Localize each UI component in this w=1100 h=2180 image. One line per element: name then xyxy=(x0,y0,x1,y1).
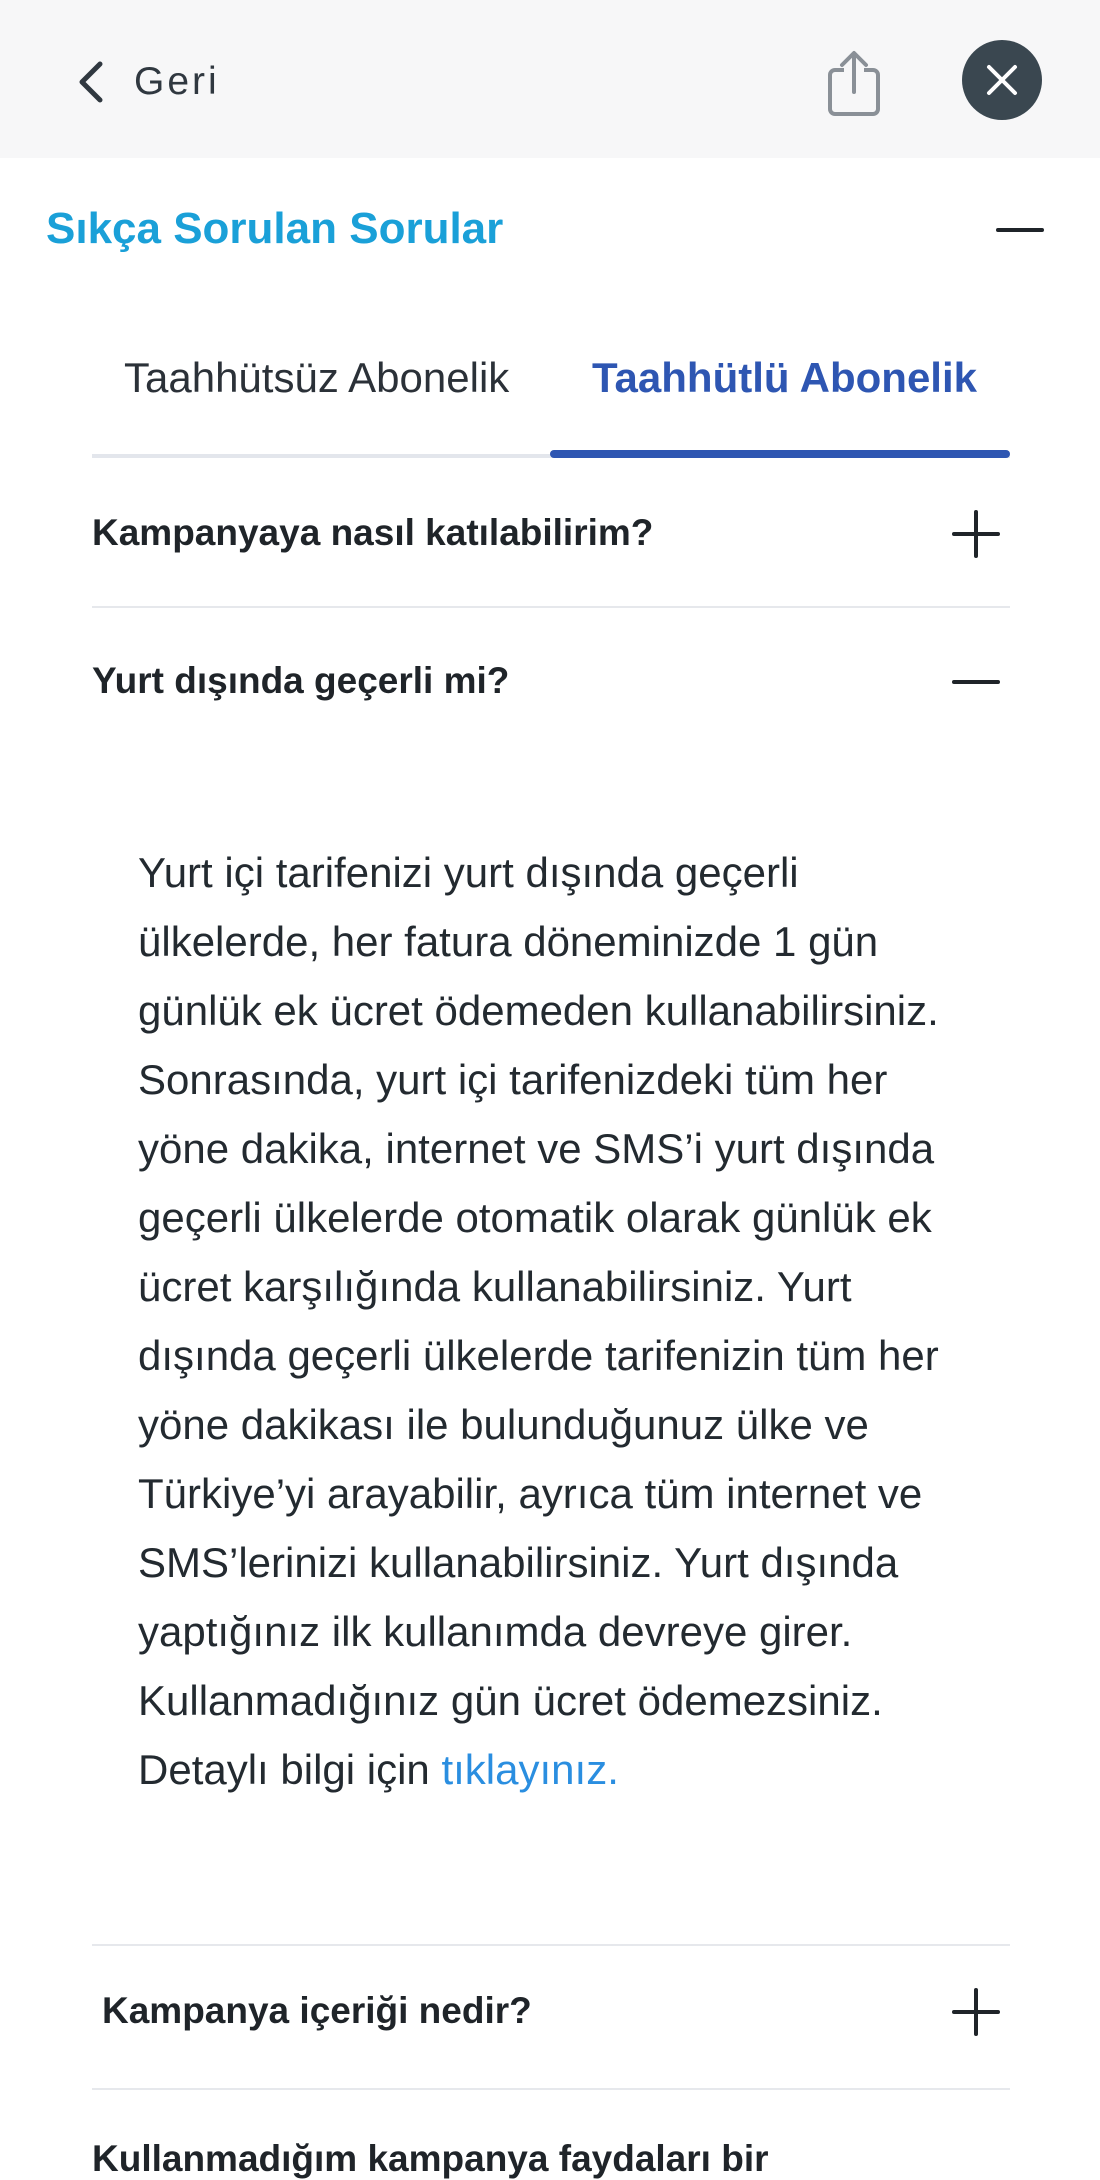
section-collapse-button[interactable] xyxy=(996,214,1044,246)
faq-question[interactable]: Yurt dışında geçerli mi? xyxy=(92,660,509,702)
back-button[interactable]: Geri xyxy=(72,54,220,110)
faq-answer-text: Yurt içi tarifenizi yurt dışında geçerli… xyxy=(138,849,939,1793)
faq-expand-button[interactable] xyxy=(952,1988,1000,2036)
close-button[interactable] xyxy=(962,40,1042,120)
plus-icon xyxy=(952,1988,1000,2036)
subscription-tabs: Taahhütsüz Abonelik Taahhütlü Abonelik xyxy=(92,342,1010,460)
top-bar: Geri xyxy=(0,0,1100,158)
faq-question[interactable]: Kullanmadığım kampanya faydaları bir xyxy=(92,2138,769,2180)
minus-icon xyxy=(952,680,1000,684)
faq-answer: Yurt içi tarifenizi yurt dışında geçerli… xyxy=(138,838,978,1804)
faq-collapse-button[interactable] xyxy=(952,658,1000,706)
faq-question[interactable]: Kampanyaya nasıl katılabilirim? xyxy=(92,512,653,554)
share-button[interactable] xyxy=(822,48,886,118)
active-tab-indicator xyxy=(550,450,1010,458)
tab-taahhutsuz[interactable]: Taahhütsüz Abonelik xyxy=(124,354,509,402)
faq-question[interactable]: Kampanya içeriği nedir? xyxy=(102,1990,532,2032)
back-label: Geri xyxy=(134,60,220,103)
close-icon xyxy=(987,65,1017,95)
section-title: Sıkça Sorulan Sorular xyxy=(46,204,504,253)
minus-icon xyxy=(996,228,1044,232)
faq-expand-button[interactable] xyxy=(952,510,1000,558)
plus-icon xyxy=(952,510,1000,558)
chevron-left-icon xyxy=(79,61,103,103)
tab-taahhutlu[interactable]: Taahhütlü Abonelik xyxy=(592,354,977,402)
faq-item[interactable]: Kampanya içeriği nedir? xyxy=(92,1946,1010,2090)
share-icon xyxy=(828,51,880,116)
details-link[interactable]: tıklayınız. xyxy=(441,1746,618,1793)
faq-item[interactable]: Kampanyaya nasıl katılabilirim? xyxy=(92,490,1010,608)
